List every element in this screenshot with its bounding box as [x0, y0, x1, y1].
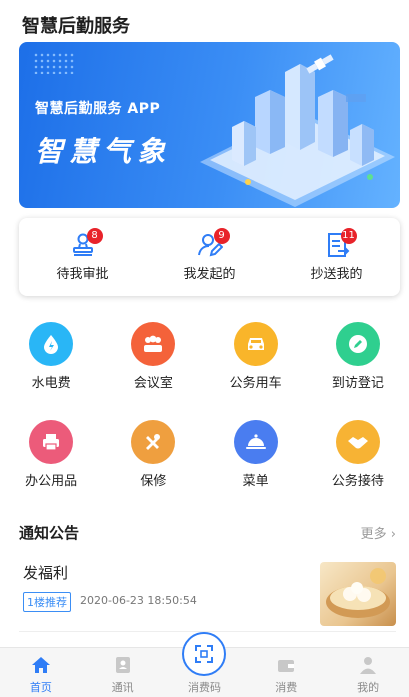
approval-label: 抄送我的 [310, 267, 363, 282]
grid-item-utilities[interactable]: 水电费 [0, 320, 102, 418]
banner-subtitle: 智慧后勤服务 APP [35, 101, 161, 117]
badge-count: 11 [340, 228, 357, 244]
grid-label: 水电费 [31, 376, 71, 391]
grid-label: 会议室 [133, 376, 173, 391]
tab-label: 首页 [29, 681, 52, 694]
tab-contacts[interactable]: 通讯 [82, 648, 164, 697]
grid-label: 公务用车 [229, 376, 282, 391]
pen-icon [335, 322, 380, 366]
meeting-icon [131, 322, 176, 366]
tab-label: 消费 [275, 681, 298, 694]
city-illustration [200, 54, 395, 207]
tab-label: 我的 [357, 681, 380, 694]
grid-item-official-car[interactable]: 公务用车 [205, 320, 307, 418]
tab-label: 消费码 [187, 681, 221, 694]
badge-count: 9 [213, 228, 230, 244]
banner-dots [33, 52, 75, 74]
grid-item-repair[interactable]: 保修 [102, 418, 204, 516]
page-title: 智慧后勤服务 [22, 16, 130, 37]
approval-pending[interactable]: 8 待我审批 [19, 218, 146, 296]
tab-label: 通讯 [111, 681, 134, 694]
grid-item-meeting-room[interactable]: 会议室 [102, 320, 204, 418]
approval-label: 待我审批 [56, 267, 109, 282]
approval-initiated[interactable]: 9 我发起的 [146, 218, 273, 296]
printer-icon [29, 420, 74, 464]
approval-cc[interactable]: 11 抄送我的 [273, 218, 400, 296]
tab-home[interactable]: 首页 [0, 648, 82, 697]
banner[interactable]: 智慧后勤服务 APP 智慧气象 [19, 42, 400, 208]
approval-label: 我发起的 [183, 267, 236, 282]
notice-item-time: 2020-06-23 18:50:54 [80, 594, 197, 607]
app-page: 智慧后勤服务 智慧后勤服务 APP 智慧气象 8 待我审批 9 我发起的 11 … [0, 0, 409, 697]
approval-card: 8 待我审批 9 我发起的 11 抄送我的 [19, 218, 400, 296]
tab-pay-code[interactable]: 消费码 [164, 632, 246, 697]
home-icon [31, 657, 50, 673]
contacts-icon [115, 657, 130, 673]
grid-item-office-supplies[interactable]: 办公用品 [0, 418, 102, 516]
wallet-icon [278, 660, 295, 672]
grid-label: 菜单 [242, 474, 269, 489]
handshake-icon [335, 420, 380, 464]
tab-consumption[interactable]: 消费 [245, 648, 327, 697]
notice-title: 通知公告 [19, 524, 80, 542]
tab-mine[interactable]: 我的 [327, 648, 409, 697]
chevron-right-icon: › [386, 527, 396, 542]
water-drop-icon [29, 322, 74, 366]
scan-icon [182, 632, 227, 676]
notice-item-tag: 1楼推荐 [23, 592, 71, 612]
car-icon [233, 322, 278, 366]
tab-bar: 首页 通讯 消费码 消费 我的 [0, 632, 409, 697]
service-grid: 水电费 会议室 公务用车 到访登记 办公用品 保修 菜单 公务接待 [0, 320, 409, 516]
grid-item-reception[interactable]: 公务接待 [307, 418, 409, 516]
grid-label: 到访登记 [331, 376, 384, 391]
notice-header: 通知公告 更多 › [19, 522, 396, 544]
grid-label: 公务接待 [331, 474, 384, 489]
badge-count: 8 [86, 228, 103, 244]
notice-item[interactable]: 发福利 1楼推荐 2020-06-23 18:50:54 [19, 556, 396, 632]
notice-item-title: 发福利 [23, 564, 69, 582]
more-link[interactable]: 更多 › [361, 523, 396, 542]
banner-main-title: 智慧气象 [35, 135, 172, 168]
grid-item-menu[interactable]: 菜单 [205, 418, 307, 516]
notice-thumbnail [320, 562, 396, 626]
more-label: 更多 [360, 527, 387, 542]
grid-label: 保修 [140, 474, 167, 489]
cloche-icon [233, 420, 278, 464]
grid-item-visitor-registration[interactable]: 到访登记 [307, 320, 409, 418]
grid-label: 办公用品 [25, 474, 78, 489]
user-icon [360, 657, 377, 674]
tools-icon [131, 420, 176, 464]
